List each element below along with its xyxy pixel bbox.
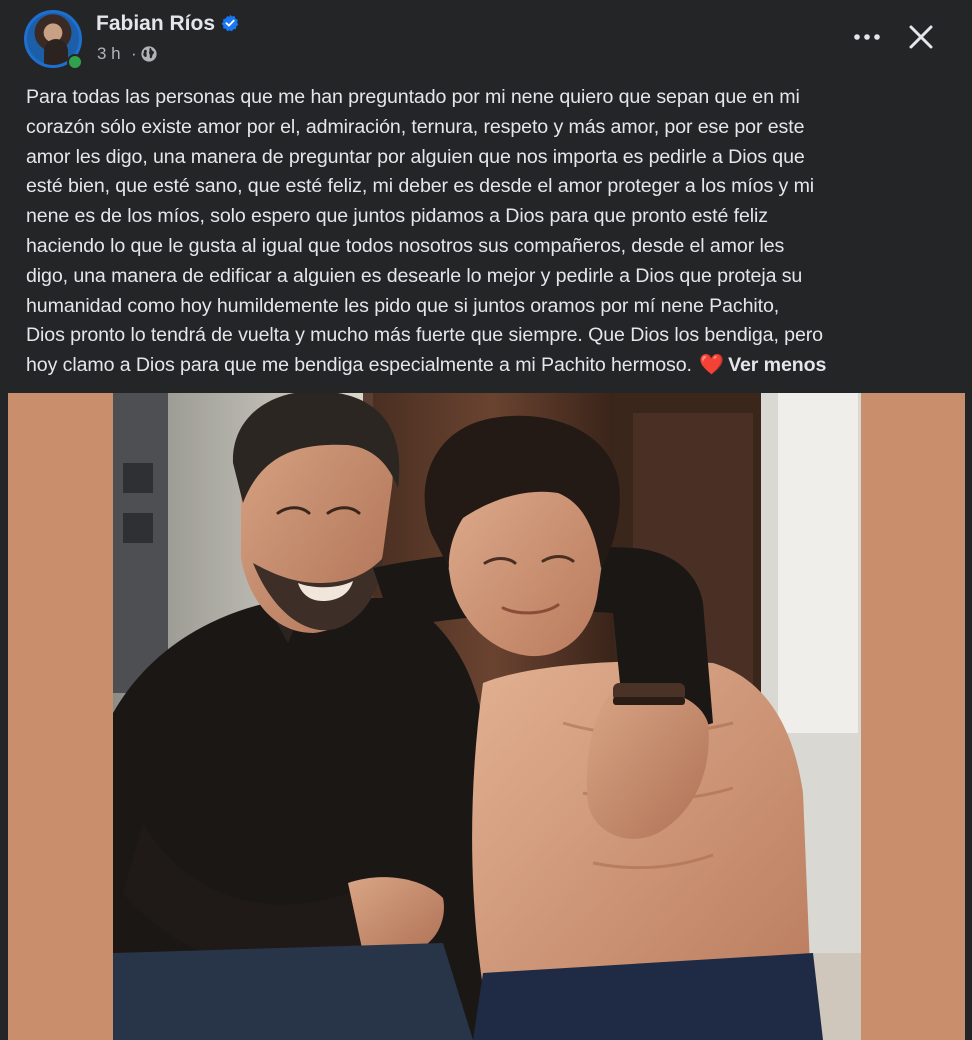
online-status-dot — [67, 54, 83, 70]
post-text-line: amor les digo, una manera de preguntar p… — [26, 145, 805, 168]
post-text-line: humanidad como hoy humildemente les pido… — [26, 294, 780, 317]
post-text-line: digo, una manera de edificar a alguien e… — [26, 264, 803, 287]
post-text-line: Dios pronto lo tendrá de vuelta y mucho … — [26, 324, 823, 347]
more-options-button[interactable] — [848, 22, 886, 52]
post-text-line: hoy clamo a Dios para que me bendiga esp… — [26, 354, 692, 377]
globe-icon — [141, 46, 157, 62]
verified-badge-icon — [221, 14, 239, 32]
more-options-icon — [854, 34, 880, 40]
post-photo[interactable] — [113, 393, 861, 1040]
post-text-line: corazón sólo existe amor por el, admirac… — [26, 115, 805, 138]
red-heart-icon: ❤️ — [699, 354, 725, 377]
post-text-line: Para todas las personas que me han pregu… — [26, 86, 800, 108]
see-less-link[interactable]: Ver menos — [728, 354, 826, 376]
facebook-post: Fabian Ríos 3 h · Para todas las persona… — [0, 0, 972, 1040]
post-photo-frame — [8, 393, 965, 1040]
photo-two-men-smiling — [113, 393, 861, 1040]
post-header: Fabian Ríos 3 h · — [0, 0, 972, 76]
post-text-line: nene es de los míos, solo espero que jun… — [26, 205, 768, 228]
close-button[interactable] — [902, 18, 940, 56]
post-text-line: esté bien, que esté sano, que esté feliz… — [26, 175, 815, 198]
author-name[interactable]: Fabian Ríos — [96, 12, 215, 36]
avatar-figure — [44, 39, 68, 65]
post-message: Para todas las personas que me han pregu… — [26, 83, 956, 381]
post-timestamp[interactable]: 3 h — [97, 44, 121, 64]
meta-separator: · — [131, 44, 137, 63]
post-text-line: haciendo lo que le gusta al igual que to… — [26, 234, 785, 257]
close-icon — [909, 25, 933, 49]
post-text-last-line: hoy clamo a Dios para que me bendiga esp… — [26, 351, 956, 381]
